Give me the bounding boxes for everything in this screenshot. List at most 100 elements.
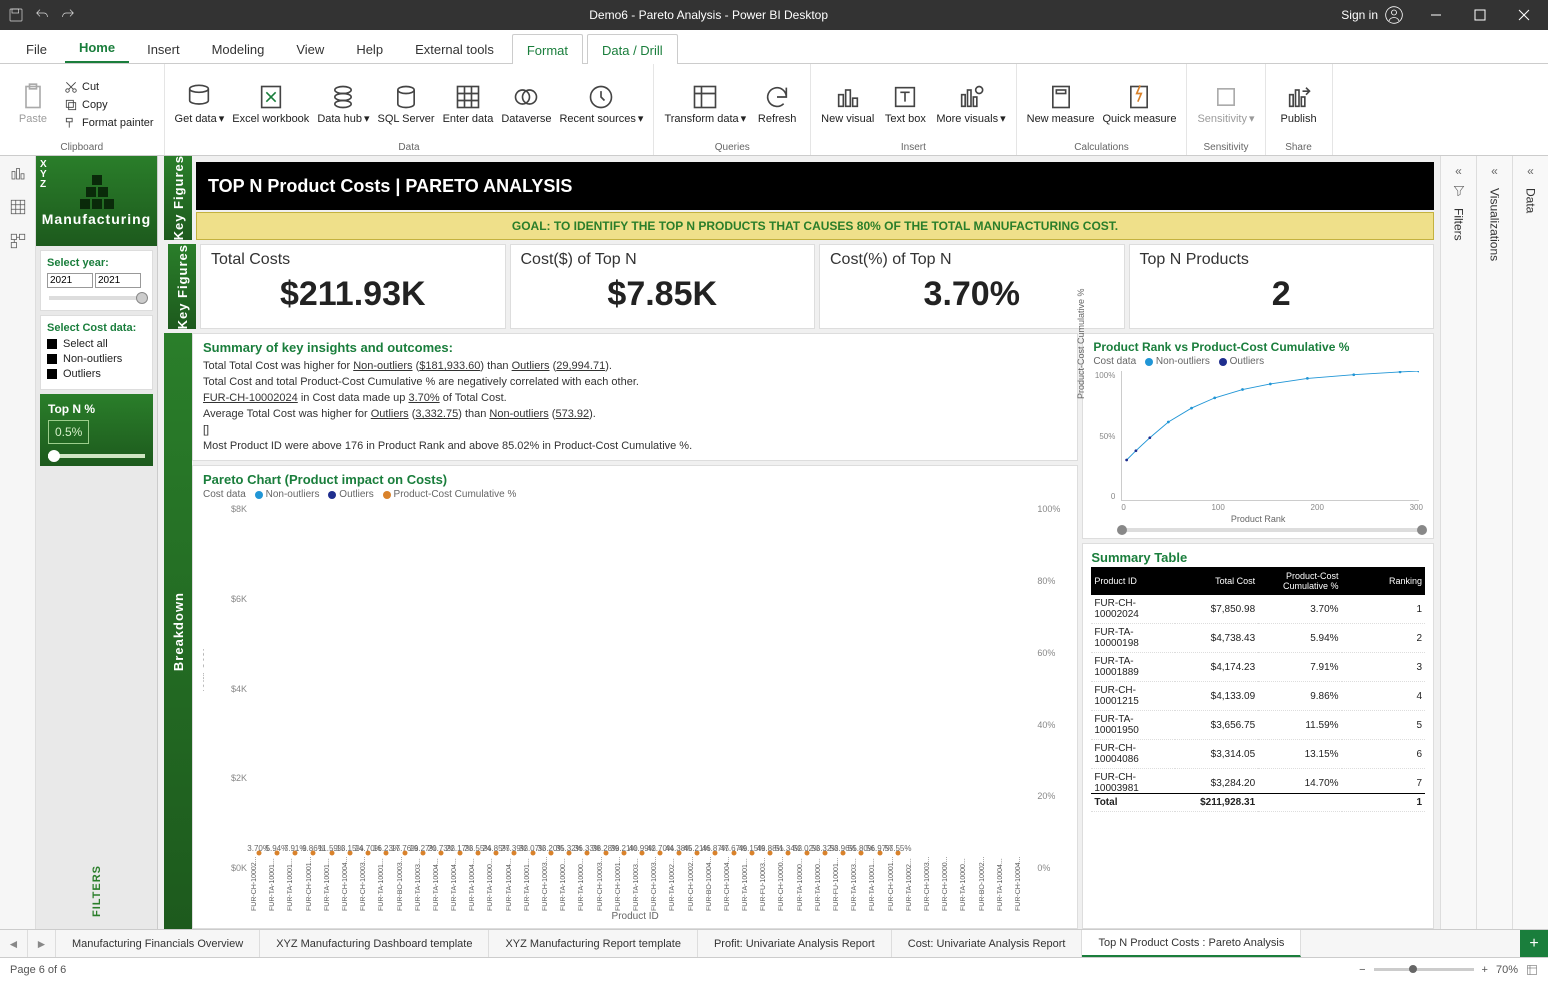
filters-pane-label: Filters [1452, 208, 1466, 241]
scatter-chart[interactable]: Product Rank vs Product-Cost Cumulative … [1082, 333, 1434, 539]
excel-button[interactable]: Excel workbook [230, 81, 311, 127]
sensitivity-button[interactable]: Sensitivity▾ [1195, 81, 1256, 127]
quick-measure-button[interactable]: Quick measure [1100, 81, 1178, 127]
redo-icon[interactable] [60, 7, 76, 23]
new-measure-button[interactable]: New measure [1025, 81, 1097, 127]
select-all-option[interactable]: Select all [47, 338, 146, 350]
pareto-x-labels: FUR-CH-10002...FUR-TA-10001...FUR-TA-100… [251, 855, 1033, 911]
table-row[interactable]: FUR-CH-10003981$3,284.2014.70%7 [1091, 769, 1425, 793]
page-tab-6[interactable]: Top N Product Costs : Pareto Analysis [1082, 930, 1301, 957]
table-row[interactable]: FUR-TA-10001889$4,174.237.91%3 [1091, 653, 1425, 682]
report-view-icon[interactable] [9, 164, 27, 182]
col-total-cost[interactable]: Total Cost [1175, 567, 1258, 595]
visualizations-pane-label: Visualizations [1488, 188, 1502, 261]
menu-help[interactable]: Help [342, 34, 397, 63]
menu-external-tools[interactable]: External tools [401, 34, 508, 63]
filters-pane-collapsed[interactable]: « Filters [1440, 156, 1476, 929]
outliers-option[interactable]: Outliers [47, 368, 146, 380]
model-view-icon[interactable] [9, 232, 27, 250]
scatter-title: Product Rank vs Product-Cost Cumulative … [1093, 340, 1423, 354]
year-to-input[interactable] [95, 273, 141, 288]
transform-data-button[interactable]: Transform data▾ [662, 81, 748, 127]
pareto-chart[interactable]: Pareto Chart (Product impact on Costs) C… [192, 465, 1078, 929]
menu-modeling[interactable]: Modeling [198, 34, 279, 63]
format-painter-button[interactable]: Format painter [62, 115, 156, 131]
tabs-prev-button[interactable]: ◄ [0, 930, 28, 957]
minimize-button[interactable] [1416, 0, 1456, 30]
report-filter-panel: XYZ Manufacturing Select year: Select Co… [36, 156, 158, 929]
insights-box[interactable]: Summary of key insights and outcomes: To… [192, 333, 1078, 461]
data-pane-collapsed[interactable]: « Data [1512, 156, 1548, 929]
zoom-control[interactable]: − + 70% [1359, 964, 1538, 976]
table-row[interactable]: FUR-TA-10000198$4,738.435.94%2 [1091, 624, 1425, 653]
visualizations-pane-collapsed[interactable]: « Visualizations [1476, 156, 1512, 929]
recent-sources-label: Recent sources [559, 113, 635, 125]
menu-file[interactable]: File [12, 34, 61, 63]
report-canvas[interactable]: XYZ Manufacturing Select year: Select Co… [36, 156, 1440, 929]
close-button[interactable] [1504, 0, 1544, 30]
data-hub-button[interactable]: Data hub▾ [315, 81, 371, 127]
page-tab-3[interactable]: XYZ Manufacturing Report template [489, 930, 697, 957]
cost-data-slicer[interactable]: Select Cost data: Select all Non-outlier… [40, 315, 153, 390]
col-product-id[interactable]: Product ID [1091, 567, 1174, 595]
top-n-slider-thumb[interactable] [48, 450, 60, 462]
add-page-button[interactable]: + [1520, 930, 1548, 957]
menu-home[interactable]: Home [65, 32, 129, 63]
ribbon-group-clipboard: Clipboard [8, 141, 156, 153]
publish-button[interactable]: Publish [1274, 81, 1324, 127]
enter-data-button[interactable]: Enter data [441, 81, 496, 127]
sql-server-button[interactable]: SQL Server [376, 81, 437, 127]
copy-button[interactable]: Copy [62, 97, 156, 113]
page-tab-1[interactable]: Manufacturing Financials Overview [56, 930, 260, 957]
refresh-button[interactable]: Refresh [752, 81, 802, 127]
fit-to-page-icon[interactable] [1526, 964, 1538, 976]
page-indicator: Page 6 of 6 [10, 964, 66, 976]
zoom-out-button[interactable]: − [1359, 964, 1365, 976]
get-data-button[interactable]: Get data▾ [173, 81, 227, 127]
menu-insert[interactable]: Insert [133, 34, 194, 63]
new-visual-button[interactable]: New visual [819, 81, 876, 127]
menu-view[interactable]: View [282, 34, 338, 63]
tabs-next-button[interactable]: ► [28, 930, 56, 957]
year-slicer[interactable]: Select year: [40, 250, 153, 311]
maximize-button[interactable] [1460, 0, 1500, 30]
kpi-cost-top-n[interactable]: Cost($) of Top N$7.85K [510, 244, 816, 329]
save-icon[interactable] [8, 7, 24, 23]
col-cum-pct[interactable]: Product-Cost Cumulative % [1258, 567, 1341, 595]
scatter-plot-area [1121, 371, 1419, 501]
sign-in-button[interactable]: Sign in [1341, 5, 1404, 25]
sign-in-label: Sign in [1341, 8, 1378, 22]
scatter-y-ticks: 100%50%0 [1093, 371, 1119, 501]
menu-format[interactable]: Format [512, 34, 583, 64]
table-view-icon[interactable] [9, 198, 27, 216]
recent-sources-button[interactable]: Recent sources▾ [557, 81, 645, 127]
top-n-slicer[interactable]: Top N % 0.5% [40, 394, 153, 466]
text-box-button[interactable]: Text box [880, 81, 930, 127]
zoom-slider[interactable] [1374, 968, 1474, 971]
cut-label: Cut [82, 81, 99, 93]
kpi-top-n-products[interactable]: Top N Products2 [1129, 244, 1435, 329]
dashboard-title: TOP N Product Costs | PARETO ANALYSIS [196, 162, 1434, 210]
year-from-input[interactable] [47, 273, 93, 288]
col-ranking[interactable]: Ranking [1342, 567, 1425, 595]
scatter-range-slider[interactable] [1121, 528, 1423, 532]
page-tab-5[interactable]: Cost: Univariate Analysis Report [892, 930, 1083, 957]
page-tab-2[interactable]: XYZ Manufacturing Dashboard template [260, 930, 489, 957]
non-outliers-option[interactable]: Non-outliers [47, 353, 146, 365]
kpi-total-costs[interactable]: Total Costs$211.93K [200, 244, 506, 329]
paste-button[interactable]: Paste [8, 81, 58, 127]
more-visuals-button[interactable]: More visuals▾ [934, 81, 1007, 127]
year-slider-thumb[interactable] [136, 292, 148, 304]
table-row[interactable]: FUR-CH-10004086$3,314.0513.15%6 [1091, 740, 1425, 769]
table-row[interactable]: FUR-CH-10001215$4,133.099.86%4 [1091, 682, 1425, 711]
dataverse-button[interactable]: Dataverse [499, 81, 553, 127]
table-row[interactable]: FUR-CH-10002024$7,850.983.70%1 [1091, 595, 1425, 624]
cut-button[interactable]: Cut [62, 79, 156, 95]
menu-data-drill[interactable]: Data / Drill [587, 34, 678, 64]
copy-label: Copy [82, 99, 108, 111]
summary-table[interactable]: Summary Table Product ID Total Cost Prod… [1082, 543, 1434, 929]
undo-icon[interactable] [34, 7, 50, 23]
table-row[interactable]: FUR-TA-10001950$3,656.7511.59%5 [1091, 711, 1425, 740]
zoom-in-button[interactable]: + [1482, 964, 1488, 976]
page-tab-4[interactable]: Profit: Univariate Analysis Report [698, 930, 892, 957]
